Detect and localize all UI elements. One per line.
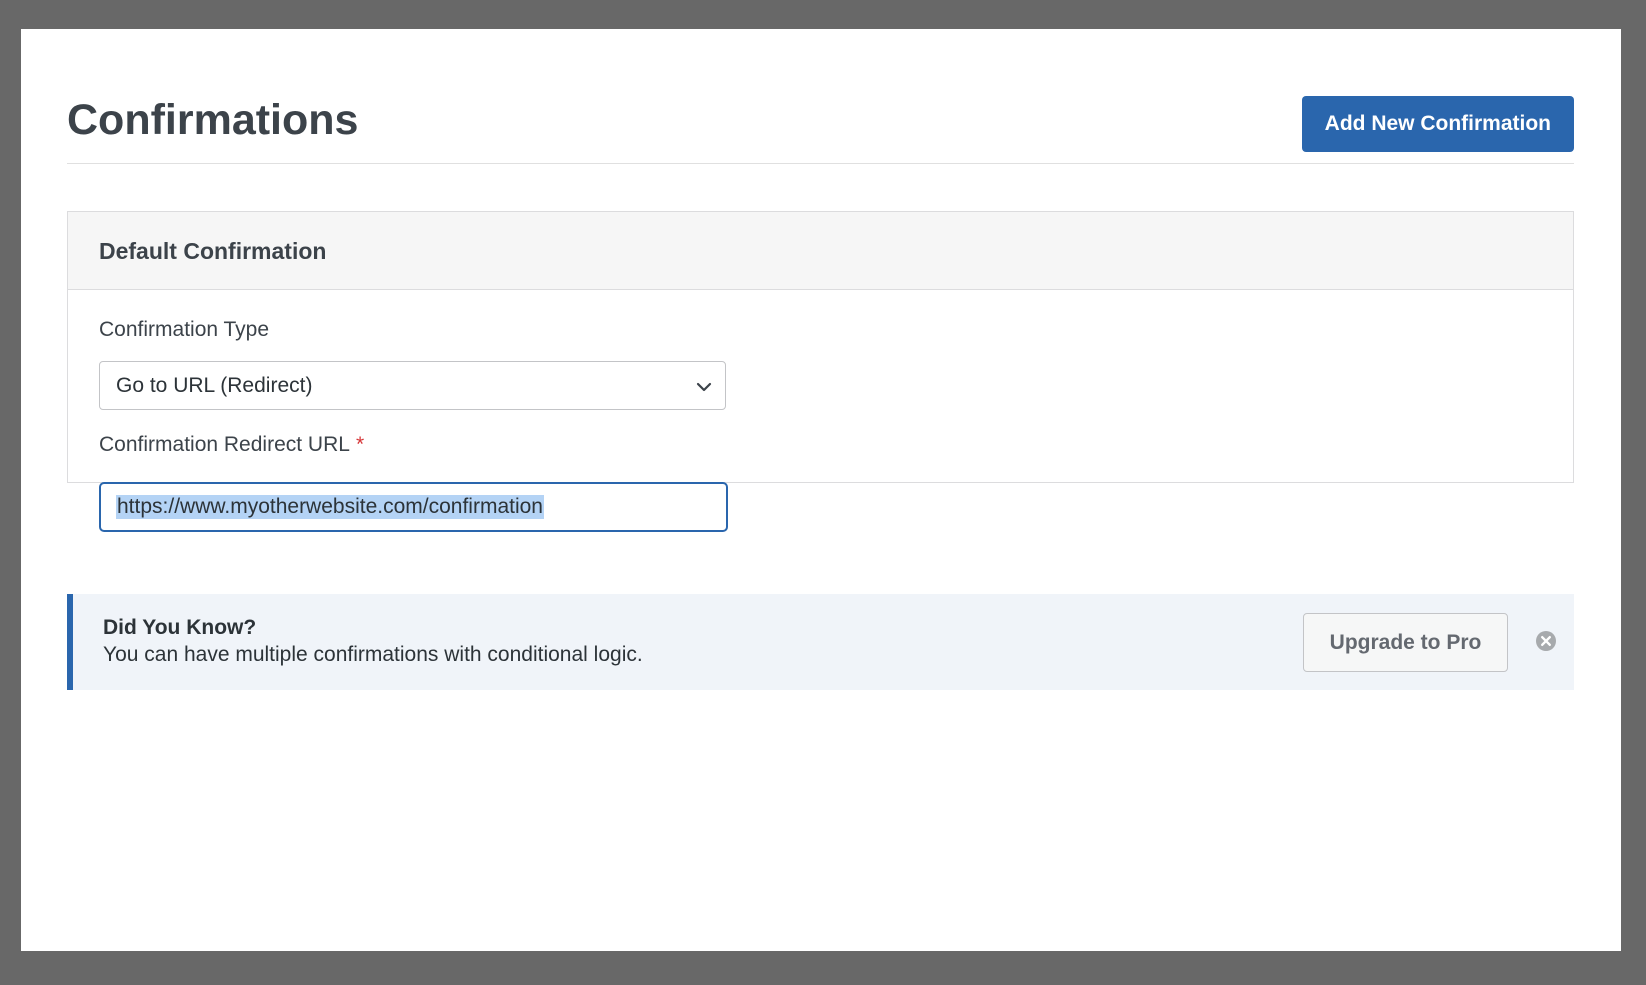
content-frame: Confirmations Add New Confirmation Defau…: [21, 29, 1621, 951]
add-new-confirmation-button[interactable]: Add New Confirmation: [1301, 96, 1574, 152]
panel-header: Default Confirmation: [68, 212, 1573, 290]
page-header: Confirmations Add New Confirmation: [67, 67, 1574, 163]
required-marker: *: [355, 433, 365, 456]
chevron-down-icon: [696, 382, 712, 392]
notice-title: Did You Know?: [103, 616, 257, 639]
page-title: Confirmations: [67, 96, 359, 144]
default-confirmation-panel: Default Confirmation Confirmation Type G…: [67, 211, 1574, 532]
upgrade-to-pro-button[interactable]: Upgrade to Pro: [1303, 613, 1508, 672]
header-divider: [67, 163, 1574, 164]
redirect-url-label-wrap: Confirmation Redirect URL *: [99, 434, 364, 455]
close-circle-icon[interactable]: [1535, 630, 1557, 652]
confirmation-type-value: Go to URL (Redirect): [116, 374, 313, 397]
notice-text: You can have multiple confirmations with…: [103, 643, 643, 666]
panel-title: Default Confirmation: [99, 238, 327, 264]
confirmation-type-label: Confirmation Type: [99, 318, 270, 341]
did-you-know-notice: Did You Know? You can have multiple conf…: [67, 594, 1574, 690]
redirect-url-input[interactable]: https://www.myotherwebsite.com/confirmat…: [99, 482, 728, 532]
confirmation-type-select[interactable]: Go to URL (Redirect): [99, 361, 726, 410]
redirect-url-label: Confirmation Redirect URL: [99, 433, 350, 456]
redirect-url-value: https://www.myotherwebsite.com/confirmat…: [116, 495, 544, 519]
